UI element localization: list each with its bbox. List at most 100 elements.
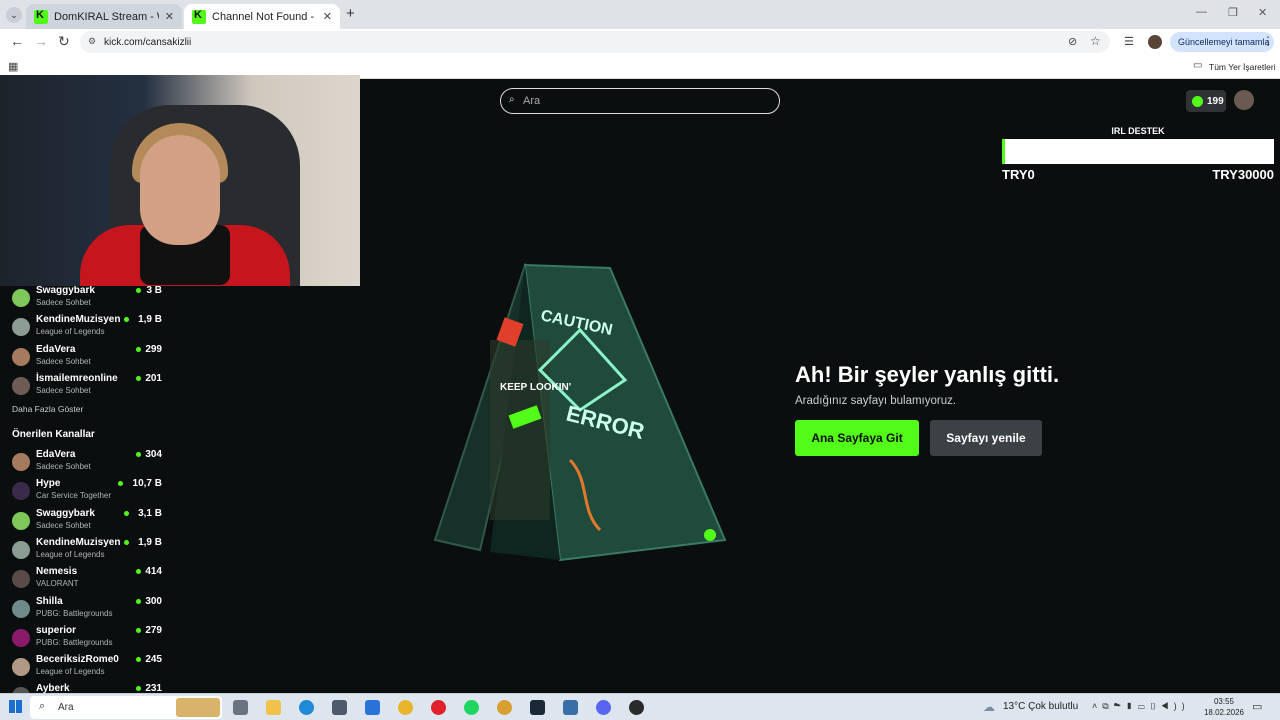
windows-start-icon[interactable] [9,700,22,713]
live-dot-icon [136,686,141,692]
channel-avatar [12,511,30,530]
search-input[interactable]: ⌕ Ara [500,88,780,114]
close-icon[interactable]: ✕ [165,10,174,23]
kicks-balance: 199 [1207,95,1224,107]
channel-category: Sadece Sohbet [36,462,91,471]
channel-name: KendineMuzisyen [36,536,121,548]
channel-name: KendineMuzisyen [36,314,121,326]
live-dot-icon [136,375,141,381]
new-tab-button[interactable]: + [346,5,355,22]
site-info-icon[interactable]: ⚙ [88,36,96,47]
sidebar-channel-item[interactable]: Swaggybark Sadece Sohbet 3 B [10,285,162,314]
channel-avatar [12,289,30,307]
reading-list-icon[interactable]: ☰ [1124,35,1134,48]
kicks-balance-button[interactable]: 199 [1186,90,1226,112]
minimize-icon[interactable]: — [1196,6,1207,18]
sidebar-channel-item[interactable]: BeceriksizRome0 League of Legends 245 [10,654,162,683]
error-title: Ah! Bir şeyler yanlış gitti. [795,362,1060,387]
recommended-channels-heading: Önerilen Kanallar [12,429,95,440]
kick-favicon-icon [34,9,48,24]
star-icon[interactable]: ☆ [1090,34,1101,48]
sidebar-channel-item[interactable]: KendineMuzisyen League of Legends 1,9 B [10,314,162,343]
close-icon[interactable]: ✕ [323,10,332,23]
store-icon[interactable] [332,700,347,715]
channel-category: PUBG: Battlegrounds [36,637,113,647]
tab-title: Channel Not Found - Kick Strea [212,10,317,23]
chrome-icon[interactable] [398,700,413,715]
channel-name: superior [36,624,77,636]
chrome-active-icon[interactable] [497,700,512,715]
viewer-count: 300 [145,595,162,607]
sidebar-channel-item[interactable]: Swaggybark Sadece Sohbet 3,1 B [10,508,162,537]
url-input[interactable]: ⚙ kick.com/cansakizlii ⊘ ☆ [80,31,1110,53]
settings-app-icon[interactable] [563,700,578,715]
live-dot-icon [136,346,141,352]
sidebar-channel-item[interactable]: Hype Car Service Together 10,7 B [10,478,162,507]
viewer-count: 245 [145,654,162,666]
reload-icon[interactable]: ↻ [58,33,70,50]
folder-icon: ▭ [1193,60,1203,71]
notifications-icon[interactable]: ▭ [1252,700,1262,713]
tab-domkiral[interactable]: DomKIRAL Stream - Watch Live ✕ [26,4,182,29]
channel-avatar [12,658,30,677]
viewer-count: 414 [145,566,162,578]
show-more-link[interactable]: Daha Fazla Göster [12,404,83,414]
sidebar-channel-item[interactable]: Nemesis VALORANT 414 [10,566,162,595]
sidebar-channel-item[interactable]: superior PUBG: Battlegrounds 279 [10,625,162,654]
live-dot-icon [136,598,141,604]
maximize-icon[interactable]: ❐ [1228,6,1238,19]
sidebar-channel-item[interactable]: EdaVera Sadece Sohbet 304 [10,449,162,478]
sidebar-channel-item[interactable]: İsmailemreonline Sadece Sohbet 201 [10,373,162,402]
live-dot-icon [136,657,141,663]
tab-channel-not-found[interactable]: Channel Not Found - Kick Strea ✕ [184,4,340,29]
mail-icon[interactable] [365,700,380,715]
channel-avatar [12,318,30,337]
channel-name: Shilla [36,595,63,607]
channel-category: PUBG: Battlegrounds [36,608,113,618]
window-close-icon[interactable]: ✕ [1258,6,1267,19]
opera-icon[interactable] [431,700,446,715]
forward-icon[interactable]: → [34,33,48,49]
spotify-icon[interactable] [464,700,479,715]
taskbar-search-placeholder: Ara [58,702,74,713]
channel-avatar [12,347,30,366]
user-avatar[interactable] [1234,90,1254,110]
live-dot-icon [124,317,129,323]
clock[interactable]: 03:55 18.02.2026 [1202,696,1246,718]
donation-goal-bar [1002,139,1274,164]
go-home-button[interactable]: Ana Sayfaya Git [795,420,919,456]
search-highlight-image [176,698,220,717]
sidebar-channel-item[interactable]: EdaVera Sadece Sohbet 299 [10,344,162,373]
tab-title: DomKIRAL Stream - Watch Live [54,10,159,23]
taskbar-search-input[interactable]: ⌕ Ara [30,696,222,719]
apps-grid-icon[interactable]: ▦ [8,60,18,73]
reload-page-button[interactable]: Sayfayı yenile [930,420,1042,456]
steam-icon[interactable] [530,700,545,715]
edge-icon[interactable] [299,700,314,715]
sidebar-channel-item[interactable]: Shilla PUBG: Battlegrounds 300 [10,596,162,625]
eye-off-icon[interactable]: ⊘ [1068,35,1077,48]
viewer-count: 304 [145,449,162,460]
donation-goal-max: TRY30000 [1212,167,1274,182]
address-toolbar: ← → ↻ ⚙ kick.com/cansakizlii ⊘ ☆ ☰ Günce… [0,29,1280,55]
profile-avatar[interactable] [1148,35,1162,49]
channel-name: Swaggybark [36,285,95,296]
recorder-icon[interactable] [629,700,644,715]
all-bookmarks-link[interactable]: Tüm Yer İşaretleri [1209,62,1276,72]
weather-text[interactable]: 13°C Çok bulutlu [1003,701,1078,712]
tray-icons[interactable]: ˄⧉☁▮▭▯◀)) [1092,701,1190,712]
channel-name: EdaVera [36,343,76,355]
donation-goal-title: IRL DESTEK [1111,126,1165,136]
tab-list-icon[interactable]: ⌄ [6,7,22,23]
back-icon[interactable]: ← [10,33,24,49]
file-explorer-icon[interactable] [266,700,281,715]
discord-icon[interactable] [596,700,611,715]
sidebar-channel-item[interactable]: KendineMuzisyen League of Legends 1,9 B [10,537,162,566]
update-button[interactable]: Güncellemeyi tamamla [1170,32,1274,52]
menu-icon[interactable]: ⋮ [1262,34,1274,48]
kick-favicon-icon [192,9,206,24]
error-subtitle: Aradığınız sayfayı bulamıyoruz. [795,395,957,407]
error-sign-illustration: CAUTION ERROR KEEP LOOKIN' [433,262,727,562]
search-placeholder: Ara [523,95,541,107]
task-view-icon[interactable] [233,700,248,715]
